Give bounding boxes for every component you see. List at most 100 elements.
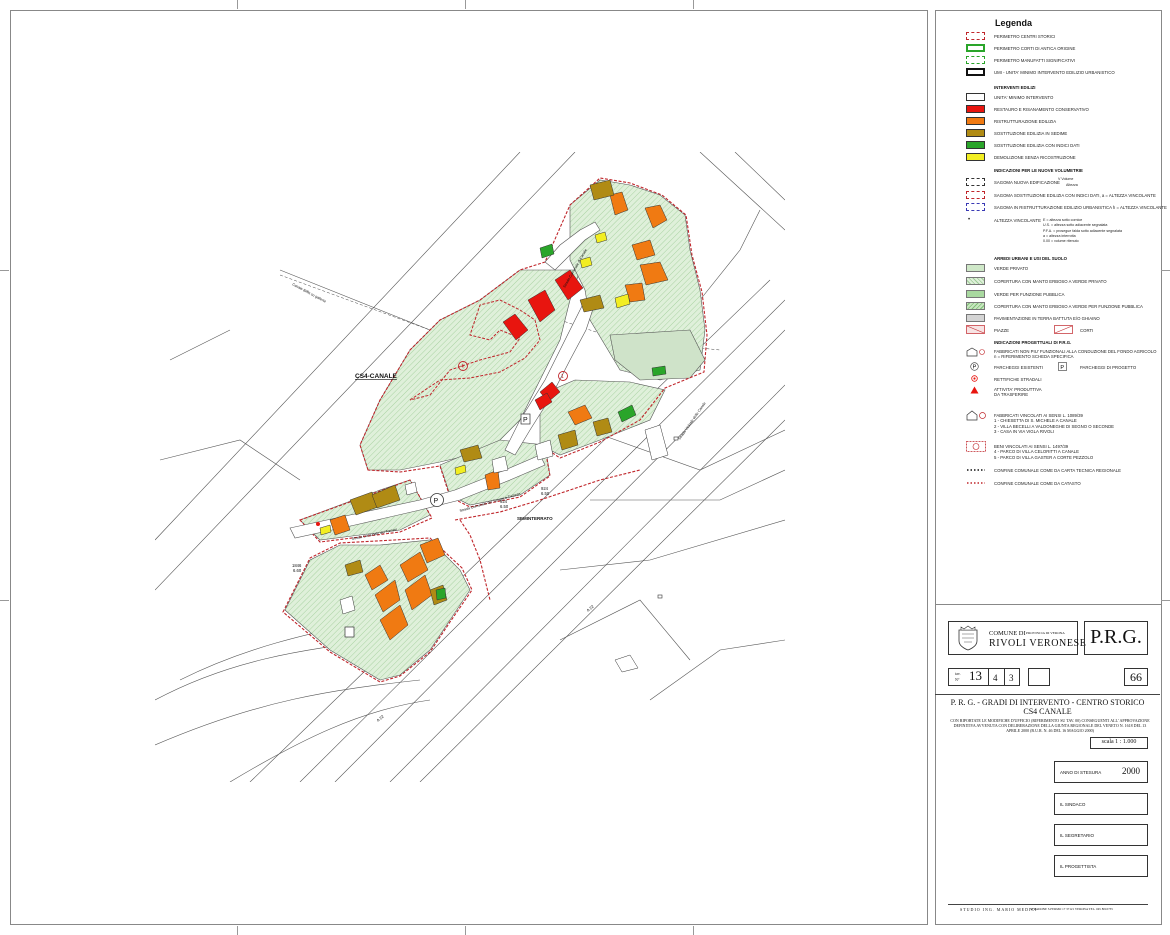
legend-item: SOSTITUZIONE EDILIZIA CON INDICI DATI (994, 143, 1080, 148)
tav-number: 13 (969, 668, 982, 683)
legend-item: CORTI (1080, 328, 1094, 333)
titleblock-divider (935, 604, 1162, 605)
legend-item: PARCHEGGI ESISTENTI (994, 365, 1043, 370)
legend-section-title: INTERVENTI EDILIZI (994, 85, 1036, 90)
svg-text:P: P (1060, 365, 1064, 371)
zone-label: CS4-CANALE (355, 373, 398, 380)
legend-item: PAVIMENTAZIONE IN TERRA BATTUTA E/O GHIA… (994, 316, 1100, 321)
vincoli-list: FABBRICATI VINCOLATI AI SENSI L. 1089/39… (994, 413, 1115, 434)
legend-swatch (966, 264, 985, 272)
prg-label: P.R.G. (1090, 626, 1142, 648)
legend-swatch (966, 68, 985, 76)
legend-item: SAGOMA NUOVA EDIFICAZIONE (994, 180, 1060, 185)
comune-name: RIVOLI VERONESE (989, 638, 1087, 649)
legend-fraction: V Volume (1058, 177, 1074, 181)
legend-item: PIAZZE (994, 328, 1010, 333)
legend-item: DEMOLIZIONE SENZA RICOSTRUZIONE (994, 155, 1076, 160)
legend-item: PERIMETRO CENTRI STORICI (994, 34, 1056, 39)
legend-section-title: INDICAZIONI PER LE NUOVE VOLUMETRIE (994, 168, 1083, 173)
parking-existing-icon: P (970, 362, 979, 371)
legend-swatch (966, 141, 985, 149)
quota-label: 6.50 (500, 504, 509, 509)
frame-tick (693, 0, 694, 9)
frame-tick (1161, 270, 1170, 271)
frame-tick (465, 926, 466, 935)
anno-value: 2000 (1122, 766, 1140, 776)
legend-section-title: INDICAZIONI PROGETTUALI DI P.R.G. (994, 340, 1072, 345)
vincolo-house-icon (966, 410, 986, 421)
legend-swatch (966, 153, 985, 161)
legend-item: PARCHEGGI DI PROGETTO (1080, 365, 1137, 370)
legend-item: COPERTURA CON MANTO ERBOSO A VERDE PRIVA… (994, 279, 1107, 284)
signature-label: IL SEGRETARIO (1060, 833, 1095, 838)
house-icon (966, 347, 985, 357)
frame-tick (237, 926, 238, 935)
legend-item: CONFINE COMUNALE COME DA CATASTO (994, 481, 1081, 486)
activity-icon (970, 386, 979, 394)
coat-of-arms-icon (958, 625, 978, 651)
corti-swatch (1054, 325, 1073, 334)
site-plan-map[interactable]: CS4-CANALE 4 1 P P SEMINTERRATO 1846 6.6… (155, 152, 785, 782)
n-label: N° (955, 677, 960, 682)
studio-address: STRADONE S.FERMO 17 37121 VERONA TEL. 04… (1030, 907, 1113, 911)
quota-label: 6.60 (293, 568, 302, 573)
comune-di-label: COMUNE DI (989, 630, 1026, 637)
altezza-notes: E = altezza sotto cornice U.S. = altezza… (1043, 218, 1122, 244)
studio-name: STUDIO ING. MARIO MEDICI (960, 907, 1038, 912)
boundary-ctr-line (967, 469, 985, 471)
legend-item: SAGOMA SOSTITUZIONE EDILIZIA CON INDICI … (994, 193, 1156, 198)
legend-swatch (966, 277, 985, 285)
piazze-swatch (966, 325, 985, 334)
legend-swatch (966, 93, 985, 101)
legend-item: DA TRASFERIRE (994, 392, 1029, 397)
boundary-cadastre-line (967, 482, 985, 484)
legend-swatch (966, 203, 985, 211)
marker-1: 1 (561, 374, 564, 380)
legend-swatch (966, 105, 985, 113)
parking-marker-2: P (523, 417, 528, 424)
legend-item: PERIMETRO MANUFATTI SIGNIFICATIVI (994, 58, 1076, 63)
marker-4: 4 (461, 364, 464, 370)
legend-item: UMI - UNITA' MINIMO INTERVENTO EDILIZIO … (994, 70, 1115, 75)
legend-item: COPERTURA CON MANTO ERBOSO A VERDE PER F… (994, 304, 1143, 309)
legend-symbol: • (968, 217, 971, 223)
legend-section-title: ARREDI URBANI E USI DEL SUOLO (994, 256, 1067, 261)
empty-box (1028, 668, 1050, 686)
parking-project-icon: P (1058, 362, 1067, 371)
legend-item: n = RIFERIMENTO SCHEDA SPECIFICA (994, 354, 1074, 359)
legend-swatch (966, 56, 985, 64)
anno-label: ANNO DI STESURA (1060, 770, 1102, 775)
legend-item: VERDE PER FUNZIONE PUBBLICA (994, 292, 1065, 297)
legend-item: SOSTITUZIONE EDILIZIA IN SEDIME (994, 131, 1068, 136)
legend-item: RESTAURO E RISANAMENTO CONSERVATIVO (994, 107, 1089, 112)
divider (935, 694, 1160, 695)
frame-tick (237, 0, 238, 9)
legend-swatch (966, 129, 985, 137)
sheet-note: CON RIPORTATE LE MODIFICHE D'UFFICIO (RI… (950, 718, 1150, 733)
sheet-number: 66 (1130, 670, 1142, 684)
tav-label: tav. (955, 671, 961, 676)
divider (948, 904, 1148, 905)
quota-label: 6.50 (541, 491, 550, 496)
frame-tick (465, 0, 466, 9)
sheet-subtitle: CS4 CANALE (1023, 707, 1072, 716)
sheet-title: P. R. G. - GRADI DI INTERVENTO - CENTRO … (950, 698, 1145, 707)
legend-swatch (966, 117, 985, 125)
vincolo-area-icon (966, 441, 986, 452)
road-fix-icon (971, 375, 978, 382)
tav-sub: 3 (1009, 673, 1014, 683)
legend-item: RETTIFICHE STRADALI (994, 377, 1042, 382)
frame-tick (1161, 600, 1170, 601)
legend-item: UNITA' MINIMO INTERVENTO (994, 95, 1054, 100)
vincoli-list: BENI VINCOLATI AI SENSI L. 1497/39 4 - P… (994, 444, 1094, 460)
legend-item: CONFINE COMUNALE COME DA CARTA TECNICA R… (994, 468, 1122, 473)
legend-item: VERDE PRIVATO (994, 266, 1029, 271)
legend-item: SAGOMA IN RISTRUTTURAZIONE EDILIZIO URBA… (994, 205, 1167, 210)
legend-title: Legenda (995, 18, 1033, 28)
signature-label: IL SINDACO (1060, 802, 1086, 807)
signature-label: IL PROGETTISTA (1060, 864, 1097, 869)
svg-text:P: P (973, 365, 977, 371)
legend-item: RISTRUTTURAZIONE EDILIZIA (994, 119, 1057, 124)
frame-tick (0, 600, 9, 601)
divider (988, 668, 989, 686)
